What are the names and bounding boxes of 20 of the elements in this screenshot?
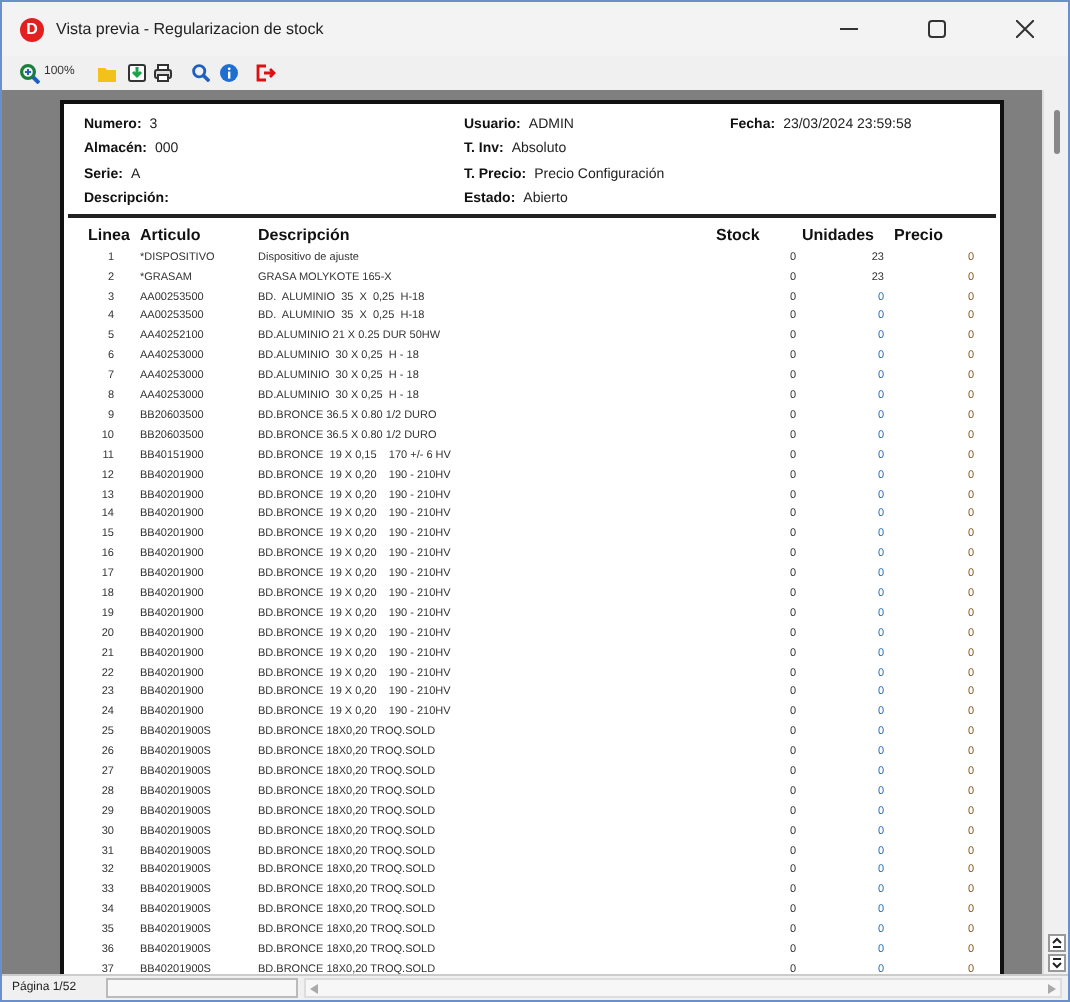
window-title: Vista previa - Regularizacion de stock [56,17,324,41]
column-header: Unidades [802,224,877,248]
scroll-thumb[interactable] [1053,110,1059,154]
search-icon[interactable] [192,64,211,82]
app-logo: D [20,17,44,41]
exit-icon[interactable] [256,64,277,82]
column-header: Descripción [258,224,352,248]
printer-icon[interactable] [154,64,173,82]
column-header: Stock [716,224,762,248]
minimize-icon [839,28,857,30]
column-header: Linea [88,224,132,248]
maximize-icon [927,20,945,38]
column-header: Precio [894,224,945,248]
page-up-icon[interactable] [1047,934,1065,952]
export-icon[interactable] [128,64,147,82]
close-icon [1015,20,1033,38]
info-icon[interactable] [220,64,239,82]
zoom-in-icon [20,63,40,83]
column-header: Articulo [140,224,203,248]
page-down-icon[interactable] [1047,954,1065,972]
